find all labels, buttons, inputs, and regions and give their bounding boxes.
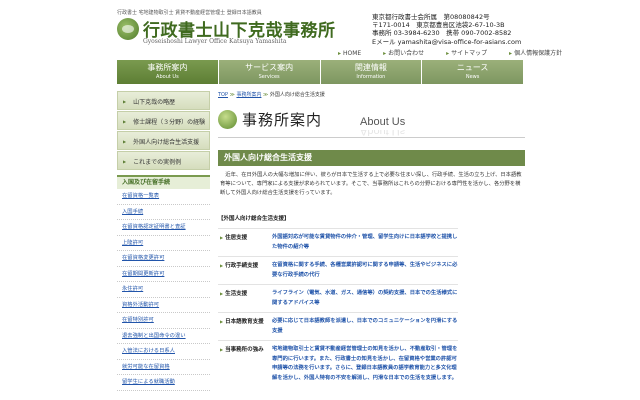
sidebar-link[interactable]: 在留資格一覧表 (117, 189, 210, 205)
sidebar-item-profile[interactable]: 山下克哉の略歴 (117, 91, 210, 110)
logo-icon[interactable] (117, 18, 139, 40)
site-header: 行政書士 宅地建物取引士 賃貸不動産経営管理士 登録日本語教員 行政書士山下克哉… (0, 0, 640, 60)
arrow-icon: ▸ (446, 50, 450, 57)
row-label: ▶ 当事務所の強み (220, 347, 264, 353)
breadcrumb-current: 外国人向け総合生活支援 (269, 92, 325, 98)
toplink-home[interactable]: ▸ HOME (338, 50, 371, 57)
sidebar-item-cases[interactable]: これまでの実例例 (117, 151, 210, 170)
breadcrumb-parent[interactable]: 事務所案内 (236, 92, 261, 98)
page-heading: 事務所案内 About Us About Us (218, 105, 525, 138)
header-tagline: 行政書士 宅地建物取引士 賃貸不動産経営管理士 登録日本語教員 (117, 10, 262, 16)
sidebar-link[interactable]: 就労可能な在留資格 (117, 360, 210, 375)
row-desc: 外国語対応が可能な賃貸物件の仲介・管理、留学生向けに日本語学校と提携した物件の紹… (272, 234, 458, 250)
contact-info: 東京都行政書士会所属 第08080842号 〒171-0014 東京都豊島区池袋… (372, 13, 521, 46)
row-desc: 在留資格に関する手続、各種営業許認可に関する申請等、生活やビジネスに必要な行政手… (272, 262, 458, 278)
row-label: ▶ 日本語教育支援 (220, 319, 264, 325)
row-label: ▶ 行政手続支援 (220, 263, 259, 269)
leaf-icon (218, 110, 237, 129)
section-title: 外国人向け総合生活支援 (218, 150, 525, 166)
table-row: ▶ 住居支援 外国語対応が可能な賃貸物件の仲介・管理、留学生向けに日本語学校と提携… (218, 228, 458, 256)
sidebar-item-life-support[interactable]: 外国人向け総合生活支援 (117, 131, 210, 150)
sidebar-link[interactable]: 上陸許可 (117, 236, 210, 251)
sidebar-link[interactable]: 退去強制と出国命令の違い (117, 329, 210, 344)
nav-services[interactable]: サービス案内 Services (218, 60, 321, 84)
site-subtitle: Gyoseishoshi Lawyer Office Katsuya Yamas… (143, 38, 287, 45)
sidebar-link[interactable]: 永住許可 (117, 282, 210, 298)
row-label: ▶ 生活支援 (220, 291, 248, 297)
sidebar-link[interactable]: 在留資格変更許可 (117, 251, 210, 267)
page-title-reflection: About Us (360, 130, 406, 137)
arrow-icon: ▸ (509, 50, 513, 57)
sidebar-link[interactable]: 在留特別許可 (117, 313, 210, 329)
support-subhead: 【外国人向け総合生活支援】 (218, 216, 290, 222)
global-nav: 事務所案内 About Us サービス案内 Services 関連情報 Info… (117, 60, 524, 84)
breadcrumb: TOP ≫ 事務所案内 ≫ 外国人向け総合生活支援 (218, 91, 525, 100)
top-links: ▸ HOME ▸ お問い合わせ ▸ サイトマップ ▸ 個人情報保護方針 (338, 48, 582, 57)
row-label: ▶ 住居支援 (220, 235, 248, 241)
page-title-en: About Us (360, 116, 406, 128)
sidebar-link[interactable]: 在留資格認定証明書と査証 (117, 220, 210, 236)
row-desc: 宅地建物取引士と賃貸不動産経営管理士の知見を活かし、不動産取引・管理を専門的に行… (272, 346, 458, 381)
page-title: 事務所案内 (242, 111, 323, 129)
sidebar-link[interactable]: 入国手続 (117, 205, 210, 220)
arrow-icon: ▶ (220, 347, 224, 352)
contact-line: 事務所 03-3984-6230 携帯 090-7002-8582 (372, 29, 512, 38)
sidebar-link[interactable]: 入管法における日系人 (117, 344, 210, 360)
contact-email[interactable]: Eメール yamashita@visa-office-for-asians.co… (372, 38, 521, 46)
row-desc: ライフライン（電気、水道、ガス、通信等）の契約支援、日本での生活様式に関するアド… (272, 290, 458, 306)
arrow-icon: ▶ (220, 291, 224, 296)
nav-news[interactable]: ニュース News (422, 60, 524, 84)
table-row: ▶ 生活支援 ライフライン（電気、水道、ガス、通信等）の契約支援、日本での生活様式… (218, 284, 458, 312)
nav-information[interactable]: 関連情報 Information (320, 60, 423, 84)
toplink-contact[interactable]: ▸ お問い合わせ (383, 50, 434, 57)
nav-about[interactable]: 事務所案内 About Us (117, 60, 219, 84)
sidebar-item-masters[interactable]: 修士課程（３分野）の経験 (117, 111, 210, 130)
toplink-sitemap[interactable]: ▸ サイトマップ (446, 50, 497, 57)
row-desc: 必要に応じて日本語教師を派遣し、日本でのコミュニケーションを円滑にする支援 (272, 318, 458, 334)
table-row: ▶ 日本語教育支援 必要に応じて日本語教師を派遣し、日本でのコミュニケーションを円… (218, 312, 458, 340)
breadcrumb-home[interactable]: TOP (218, 92, 228, 98)
support-table: ▶ 住居支援 外国語対応が可能な賃貸物件の仲介・管理、留学生向けに日本語学校と提携… (218, 228, 458, 387)
sidebar-link[interactable]: 資格外活動許可 (117, 298, 210, 313)
arrow-icon: ▸ (383, 50, 387, 57)
contact-line: 東京都行政書士会所属 第08080842号 (372, 13, 490, 21)
intro-text: 近年、在日外国人の大幅な増加に伴い、彼らが日本で生活する上で必要な住まい探し、行… (220, 172, 522, 196)
main-content: TOP ≫ 事務所案内 ≫ 外国人向け総合生活支援 事務所案内 About Us… (218, 91, 525, 387)
breadcrumb-separator-icon: ≫ (263, 92, 270, 98)
arrow-icon: ▶ (220, 263, 224, 268)
table-row: ▶ 行政手続支援 在留資格に関する手続、各種営業許認可に関する申請等、生活やビジネ… (218, 256, 458, 284)
table-row: ▶ 当事務所の強み 宅地建物取引士と賃貸不動産経営管理士の知見を活かし、不動産取引… (218, 340, 458, 387)
toplink-privacy[interactable]: ▸ 個人情報保護方針 (509, 50, 572, 57)
sidebar: 山下克哉の略歴 修士課程（３分野）の経験 外国人向け総合生活支援 これまでの実例… (117, 91, 210, 391)
arrow-icon: ▶ (220, 235, 224, 240)
sidebar-link[interactable]: 在留期間更新許可 (117, 267, 210, 282)
sidebar-link[interactable]: 留学生による就職活動 (117, 375, 210, 391)
sidebar-section-title: 入国及び在留手続 (117, 175, 210, 189)
arrow-icon: ▶ (220, 319, 224, 324)
arrow-icon: ▸ (338, 50, 342, 57)
